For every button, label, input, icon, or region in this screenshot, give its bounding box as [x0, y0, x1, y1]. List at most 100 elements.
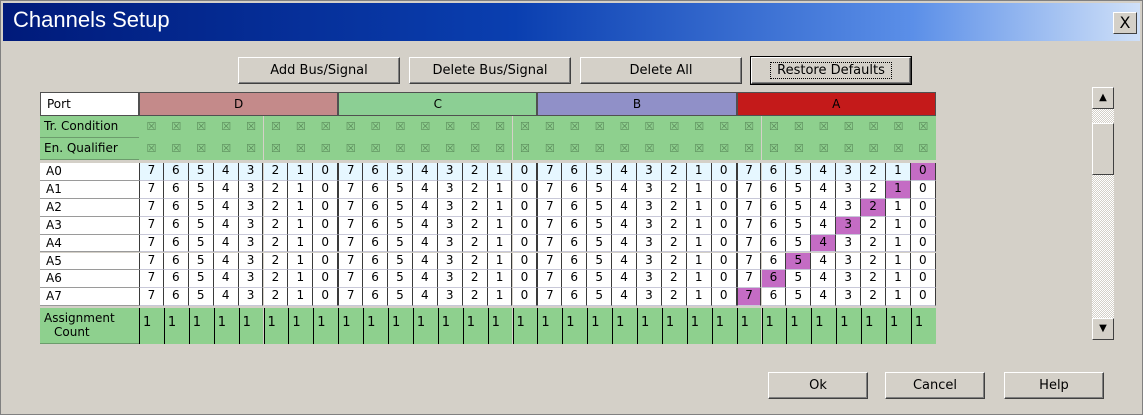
tr-condition-checkbox-icon[interactable]: ☒ — [487, 116, 513, 138]
bit-cell[interactable]: 3 — [637, 252, 662, 271]
bit-cell[interactable]: 6 — [163, 180, 189, 199]
en-qualifier-checkbox-icon[interactable]: ☒ — [462, 138, 488, 160]
bit-cell[interactable]: 0 — [711, 180, 737, 199]
bit-cell[interactable]: 3 — [836, 234, 862, 253]
bit-cell[interactable]: 6 — [562, 216, 588, 235]
en-qualifier-checkbox-icon[interactable]: ☒ — [313, 138, 339, 160]
bit-cell[interactable]: 6 — [562, 288, 588, 307]
bit-cell[interactable]: 3 — [238, 180, 264, 199]
bit-cell[interactable]: 5 — [786, 234, 812, 253]
en-qualifier-checkbox-icon[interactable]: ☒ — [886, 138, 911, 160]
bit-cell[interactable]: 5 — [388, 234, 413, 253]
bit-cell[interactable]: 7 — [338, 216, 364, 235]
bit-cell[interactable]: 4 — [412, 288, 438, 307]
bit-cell[interactable]: 5 — [786, 252, 812, 271]
bit-cell[interactable]: 5 — [188, 252, 214, 271]
bit-cell[interactable]: 0 — [711, 252, 737, 271]
bit-cell[interactable]: 4 — [213, 163, 239, 181]
bit-cell[interactable]: 4 — [213, 288, 239, 307]
bit-cell[interactable]: 0 — [711, 216, 737, 235]
en-qualifier-checkbox-icon[interactable]: ☒ — [910, 138, 936, 160]
en-qualifier-checkbox-icon[interactable]: ☒ — [288, 138, 314, 160]
delete-bus-signal-button[interactable]: Delete Bus/Signal — [409, 57, 571, 84]
bit-cell[interactable]: 7 — [338, 234, 364, 253]
signal-label-a7[interactable]: A7 — [40, 288, 139, 307]
bit-cell[interactable]: 0 — [711, 288, 737, 307]
bit-cell[interactable]: 4 — [213, 234, 239, 253]
bit-cell[interactable]: 5 — [587, 270, 613, 289]
en-qualifier-checkbox-icon[interactable]: ☒ — [263, 138, 289, 160]
scroll-down-button[interactable]: ▼ — [1092, 318, 1114, 340]
bit-cell[interactable]: 3 — [238, 270, 264, 289]
bit-cell[interactable]: 7 — [736, 234, 762, 253]
bit-cell[interactable]: 2 — [861, 198, 886, 217]
bit-cell[interactable]: 7 — [537, 198, 563, 217]
tr-condition-checkbox-icon[interactable]: ☒ — [412, 116, 438, 138]
bit-cell[interactable]: 7 — [338, 163, 364, 181]
bit-cell[interactable]: 1 — [686, 270, 712, 289]
bit-cell[interactable]: 1 — [288, 234, 314, 253]
bit-cell[interactable]: 3 — [437, 270, 463, 289]
signal-label-a6[interactable]: A6 — [40, 270, 139, 289]
delete-all-button[interactable]: Delete All — [580, 57, 742, 84]
bit-cell[interactable]: 3 — [437, 252, 463, 271]
bit-cell[interactable]: 4 — [412, 198, 438, 217]
bit-cell[interactable]: 7 — [736, 216, 762, 235]
en-qualifier-checkbox-icon[interactable]: ☒ — [861, 138, 886, 160]
tr-condition-checkbox-icon[interactable]: ☒ — [562, 116, 588, 138]
bit-cell[interactable]: 6 — [363, 234, 388, 253]
en-qualifier-checkbox-icon[interactable]: ☒ — [163, 138, 189, 160]
bit-cell[interactable]: 0 — [313, 198, 339, 217]
en-qualifier-checkbox-icon[interactable]: ☒ — [736, 138, 762, 160]
bit-cell[interactable]: 7 — [736, 198, 762, 217]
bit-cell[interactable]: 5 — [188, 216, 214, 235]
bit-cell[interactable]: 5 — [388, 180, 413, 199]
bit-cell[interactable]: 4 — [412, 180, 438, 199]
bit-cell[interactable]: 0 — [313, 270, 339, 289]
bit-cell[interactable]: 6 — [562, 163, 588, 181]
bit-cell[interactable]: 1 — [886, 198, 911, 217]
cancel-button[interactable]: Cancel — [885, 372, 985, 399]
bit-cell[interactable]: 3 — [238, 234, 264, 253]
bit-cell[interactable]: 0 — [512, 216, 538, 235]
en-qualifier-checkbox-icon[interactable]: ☒ — [188, 138, 214, 160]
bit-cell[interactable]: 1 — [886, 180, 911, 199]
bit-cell[interactable]: 7 — [736, 252, 762, 271]
tr-condition-checkbox-icon[interactable]: ☒ — [861, 116, 886, 138]
add-bus-signal-button[interactable]: Add Bus/Signal — [238, 57, 400, 84]
bit-cell[interactable]: 3 — [637, 180, 662, 199]
bit-cell[interactable]: 4 — [213, 270, 239, 289]
bit-cell[interactable]: 6 — [562, 180, 588, 199]
bit-cell[interactable]: 6 — [163, 163, 189, 181]
bit-cell[interactable]: 2 — [861, 180, 886, 199]
bit-cell[interactable]: 3 — [437, 216, 463, 235]
port-header-a[interactable]: A — [736, 92, 936, 116]
bit-cell[interactable]: 1 — [487, 180, 513, 199]
bit-cell[interactable]: 7 — [537, 288, 563, 307]
bit-cell[interactable]: 1 — [686, 288, 712, 307]
bit-cell[interactable]: 0 — [313, 163, 339, 181]
en-qualifier-checkbox-icon[interactable]: ☒ — [487, 138, 513, 160]
bit-cell[interactable]: 7 — [537, 252, 563, 271]
bit-cell[interactable]: 4 — [612, 180, 637, 199]
bit-cell[interactable]: 5 — [786, 198, 812, 217]
tr-condition-checkbox-icon[interactable]: ☒ — [238, 116, 264, 138]
bit-cell[interactable]: 0 — [512, 270, 538, 289]
bit-cell[interactable]: 0 — [512, 252, 538, 271]
bit-cell[interactable]: 0 — [910, 234, 936, 253]
bit-cell[interactable]: 7 — [736, 288, 762, 307]
bit-cell[interactable]: 7 — [537, 163, 563, 181]
bit-cell[interactable]: 3 — [437, 180, 463, 199]
en-qualifier-checkbox-icon[interactable]: ☒ — [338, 138, 364, 160]
bit-cell[interactable]: 3 — [238, 163, 264, 181]
bit-cell[interactable]: 3 — [238, 288, 264, 307]
bit-cell[interactable]: 3 — [836, 270, 862, 289]
bit-cell[interactable]: 2 — [861, 288, 886, 307]
bit-cell[interactable]: 0 — [512, 198, 538, 217]
tr-condition-checkbox-icon[interactable]: ☒ — [711, 116, 737, 138]
bit-cell[interactable]: 5 — [388, 163, 413, 181]
bit-cell[interactable]: 5 — [188, 163, 214, 181]
bit-cell[interactable]: 6 — [761, 198, 787, 217]
signal-label-a0[interactable]: A0 — [40, 163, 139, 181]
bit-cell[interactable]: 5 — [388, 288, 413, 307]
